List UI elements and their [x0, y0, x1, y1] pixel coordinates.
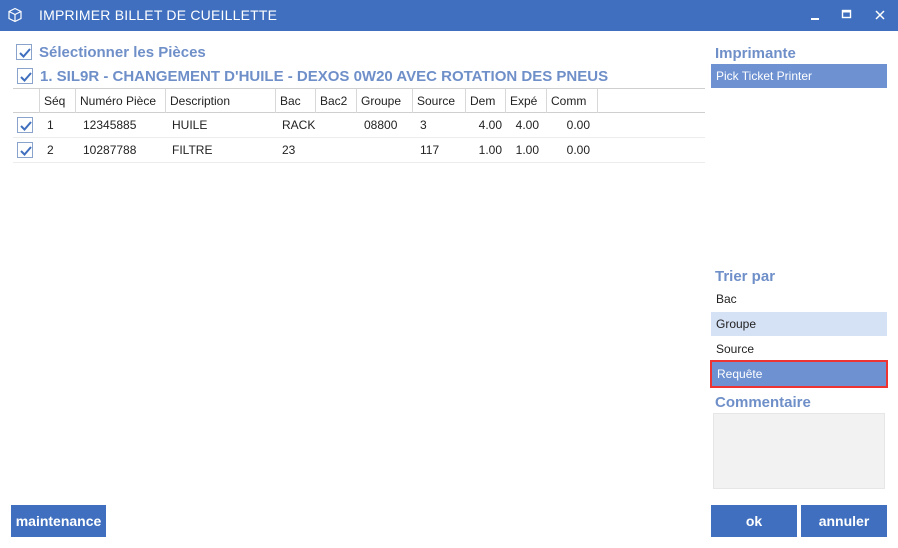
header-comm[interactable]: Comm	[547, 89, 598, 113]
printer-title: Imprimante	[715, 45, 796, 62]
cube-icon	[7, 7, 23, 23]
checkmark-icon	[20, 121, 32, 131]
checkmark-icon	[20, 72, 32, 82]
cell-seq: 2	[47, 143, 54, 157]
job-checkbox[interactable]	[17, 68, 33, 84]
header-description[interactable]: Description	[166, 89, 276, 113]
header-part-number[interactable]: Numéro Pièce	[76, 89, 166, 113]
pick-ticket-dialog: IMPRIMER BILLET DE CUEILLETTE Sélectionn…	[0, 0, 898, 548]
sort-option-requete[interactable]: Requête	[710, 360, 888, 388]
minimize-icon[interactable]	[806, 6, 824, 24]
cell-expe: 1.00	[515, 143, 539, 157]
cell-dem: 1.00	[478, 143, 502, 157]
header-groupe[interactable]: Groupe	[357, 89, 413, 113]
table-row[interactable]: 2 10287788 FILTRE 23 117 1.00 1.00 0.00	[13, 138, 705, 163]
sort-option-bac[interactable]: Bac	[711, 287, 887, 311]
select-parts-label: Sélectionner les Pièces	[39, 44, 206, 61]
cell-groupe: 08800	[364, 118, 398, 132]
cell-part-number: 12345885	[83, 118, 137, 132]
header-bac2[interactable]: Bac2	[316, 89, 357, 113]
cell-bac: 23	[282, 143, 296, 157]
title-bar[interactable]: IMPRIMER BILLET DE CUEILLETTE	[0, 0, 898, 31]
header-dem[interactable]: Dem	[466, 89, 506, 113]
cell-comm: 0.00	[566, 118, 590, 132]
printer-item-selected[interactable]: Pick Ticket Printer	[711, 64, 887, 88]
cell-dem: 4.00	[478, 118, 502, 132]
row-checkbox[interactable]	[17, 117, 33, 133]
cell-seq: 1	[47, 118, 54, 132]
cell-description: HUILE	[172, 118, 208, 132]
parts-grid: Séq Numéro Pièce Description Bac Bac2 Gr…	[13, 88, 705, 163]
sort-option-source[interactable]: Source	[711, 337, 887, 361]
maximize-icon[interactable]	[838, 6, 856, 24]
cell-groupe	[360, 138, 364, 162]
sort-title: Trier par	[715, 268, 776, 285]
window-title: IMPRIMER BILLET DE CUEILLETTE	[39, 7, 278, 23]
cell-part-number: 10287788	[83, 143, 137, 157]
grid-header: Séq Numéro Pièce Description Bac Bac2 Gr…	[13, 88, 705, 113]
job-label: 1. SIL9R - CHANGEMENT D'HUILE - DEXOS 0W…	[40, 68, 609, 85]
close-icon[interactable]	[871, 6, 889, 24]
cell-bac2	[318, 138, 322, 162]
cancel-button[interactable]: annuler	[801, 505, 887, 537]
header-expe[interactable]: Expé	[506, 89, 547, 113]
cell-expe: 4.00	[515, 118, 539, 132]
header-filler	[598, 89, 705, 113]
cell-comm: 0.00	[566, 143, 590, 157]
cell-source: 3	[420, 118, 427, 132]
header-check-col	[13, 89, 40, 113]
table-row[interactable]: 1 12345885 HUILE RACK 08800 3 4.00 4.00 …	[13, 113, 705, 138]
maintenance-button[interactable]: maintenance	[11, 505, 106, 537]
checkmark-icon	[19, 48, 31, 58]
cell-description: FILTRE	[172, 143, 213, 157]
checkmark-icon	[20, 146, 32, 156]
row-checkbox[interactable]	[17, 142, 33, 158]
cell-source: 117	[420, 143, 440, 157]
sort-option-groupe[interactable]: Groupe	[711, 312, 887, 336]
comment-title: Commentaire	[715, 394, 811, 411]
comment-field[interactable]	[713, 413, 885, 489]
header-seq[interactable]: Séq	[40, 89, 76, 113]
header-bac[interactable]: Bac	[276, 89, 316, 113]
ok-button[interactable]: ok	[711, 505, 797, 537]
cell-bac2	[318, 113, 322, 137]
header-source[interactable]: Source	[413, 89, 466, 113]
select-parts-checkbox[interactable]	[16, 44, 32, 60]
cell-bac: RACK	[282, 118, 316, 132]
